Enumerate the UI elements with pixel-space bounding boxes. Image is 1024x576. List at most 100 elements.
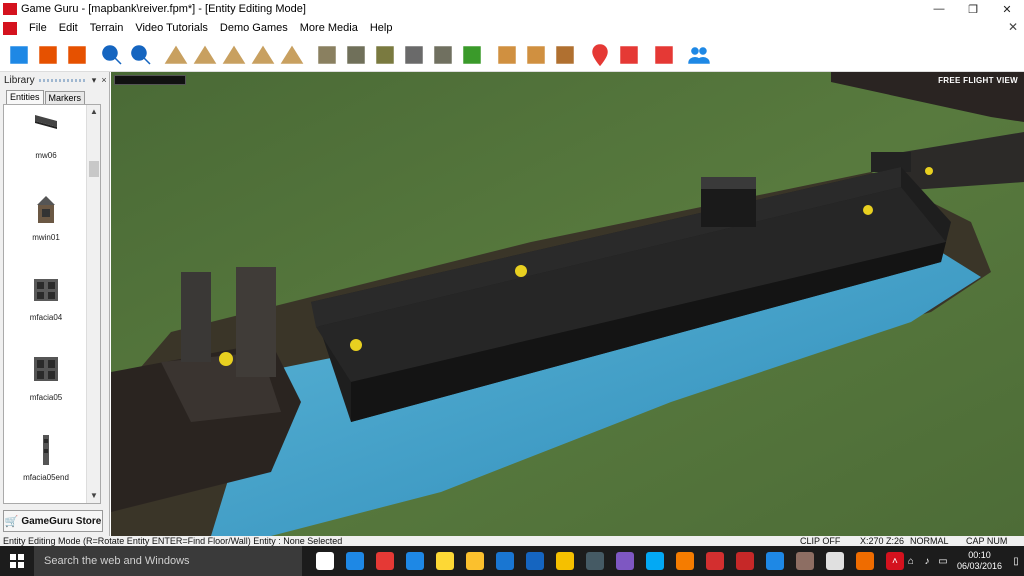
test-game-button[interactable]	[650, 41, 677, 68]
outlook-taskbar-button[interactable]	[520, 546, 550, 576]
acrobat-taskbar-button[interactable]	[700, 546, 730, 576]
paint-taskbar-button[interactable]	[670, 546, 700, 576]
zoom-in-icon	[101, 44, 122, 65]
app2-taskbar-button[interactable]	[610, 546, 640, 576]
level-terrain-icon	[222, 45, 245, 64]
paint-texture-5-button[interactable]	[429, 41, 456, 68]
menu-demo-games[interactable]: Demo Games	[214, 18, 294, 38]
library-item-label: mfacia05end	[23, 473, 69, 482]
start-button[interactable]	[0, 546, 34, 576]
steam-taskbar-button[interactable]	[580, 546, 610, 576]
status-coords: X:270 Z:26	[860, 536, 905, 546]
cart-icon: 🛒	[4, 515, 19, 528]
document-close-button[interactable]: ✕	[1008, 20, 1018, 34]
menu-terrain[interactable]: Terrain	[84, 18, 130, 38]
taskbar-search[interactable]: Search the web and Windows	[34, 546, 302, 576]
calculator-taskbar-button[interactable]	[820, 546, 850, 576]
library-scrollbar[interactable]: ▲ ▼	[86, 105, 100, 503]
add-terrain-object-button[interactable]	[551, 41, 578, 68]
menu-bar: File Edit Terrain Video Tutorials Demo G…	[0, 18, 1024, 38]
menu-file[interactable]: File	[23, 18, 53, 38]
tab-entities[interactable]: Entities	[6, 90, 44, 104]
acrobat-icon	[706, 552, 724, 570]
add-building-button[interactable]	[522, 41, 549, 68]
paint-texture-2-button[interactable]	[342, 41, 369, 68]
chrome-taskbar-button[interactable]	[370, 546, 400, 576]
blend-terrain-button[interactable]	[249, 41, 276, 68]
scroll-down-icon[interactable]: ▼	[87, 489, 100, 503]
app5-taskbar-button[interactable]	[760, 546, 790, 576]
paint-texture-4-button[interactable]	[400, 41, 427, 68]
explorer-taskbar-button[interactable]	[460, 546, 490, 576]
library-grip[interactable]	[38, 78, 85, 82]
window-title: Game Guru - [mapbank\reiver.fpm*] - [Ent…	[21, 3, 306, 15]
minimize-button[interactable]: —	[922, 0, 956, 18]
restore-button[interactable]: ❐	[956, 0, 990, 18]
zoom-out-button[interactable]	[127, 41, 154, 68]
blend-terrain-icon	[251, 45, 274, 64]
menu-edit[interactable]: Edit	[53, 18, 84, 38]
app-icon	[556, 552, 574, 570]
add-marker-button[interactable]	[586, 41, 613, 68]
close-button[interactable]: ✕	[990, 0, 1024, 18]
window-controls: — ❐ ✕	[922, 0, 1024, 18]
app-taskbar-button[interactable]	[550, 546, 580, 576]
paint-texture-3-button[interactable]	[371, 41, 398, 68]
action-center-icon[interactable]: ▭	[935, 556, 951, 567]
tab-markers[interactable]: Markers	[44, 91, 86, 104]
app6-taskbar-button[interactable]	[790, 546, 820, 576]
menu-video-tutorials[interactable]: Video Tutorials	[129, 18, 214, 38]
paint-grass-icon	[462, 45, 481, 64]
ramp-terrain-button[interactable]	[278, 41, 305, 68]
network-icon[interactable]: ⌂	[903, 556, 919, 567]
menu-more-media[interactable]: More Media	[294, 18, 364, 38]
tray-chevron-icon[interactable]: ˄	[887, 556, 903, 567]
app3-taskbar-button[interactable]	[640, 546, 670, 576]
add-entity-button[interactable]	[493, 41, 520, 68]
zoom-in-button[interactable]	[98, 41, 125, 68]
library-item[interactable]: mw06	[4, 111, 88, 160]
paint-grass-button[interactable]	[458, 41, 485, 68]
lower-terrain-button[interactable]	[191, 41, 218, 68]
waypoint-button[interactable]	[615, 41, 642, 68]
library-item[interactable]: mfacia04	[4, 273, 88, 322]
ie-taskbar-button[interactable]	[400, 546, 430, 576]
scroll-up-icon[interactable]: ▲	[87, 105, 100, 119]
library-title: Library	[4, 74, 35, 86]
lower-terrain-icon	[193, 45, 216, 64]
library-item-label: mwin01	[32, 233, 60, 242]
library-item[interactable]: mfacia05	[4, 353, 88, 402]
editor-viewport[interactable]: FREE FLIGHT VIEW	[111, 72, 1024, 536]
scroll-thumb[interactable]	[89, 161, 99, 177]
library-item[interactable]: mfacia05end	[4, 433, 88, 482]
ramp-terrain-icon	[280, 45, 303, 64]
new-level-button[interactable]	[5, 41, 32, 68]
menu-help[interactable]: Help	[364, 18, 399, 38]
paint-texture-1-button[interactable]	[313, 41, 340, 68]
level-terrain-button[interactable]	[220, 41, 247, 68]
library-close-icon[interactable]: ×	[99, 75, 109, 85]
multiplayer-button[interactable]	[685, 41, 712, 68]
taskbar-clock[interactable]: 00:10 06/03/2016	[957, 550, 1002, 572]
raise-terrain-button[interactable]	[162, 41, 189, 68]
edge-taskbar-button[interactable]	[490, 546, 520, 576]
ie-icon	[406, 552, 424, 570]
save-level-button[interactable]	[63, 41, 90, 68]
gameguru-store-button[interactable]: 🛒 GameGuru Store	[3, 510, 103, 532]
clock-time: 00:10	[968, 550, 991, 560]
paint-texture-4-icon	[404, 45, 423, 64]
library-list: mw06 mwin01 mfacia04 mfacia05 mfacia05en…	[3, 104, 101, 504]
store-app-taskbar-button[interactable]	[340, 546, 370, 576]
save-level-icon	[67, 45, 86, 64]
load-level-button[interactable]	[34, 41, 61, 68]
blender-taskbar-button[interactable]	[850, 546, 880, 576]
task-view-taskbar-button[interactable]	[310, 546, 340, 576]
mail-taskbar-button[interactable]	[430, 546, 460, 576]
notification-icon[interactable]: ▯	[1008, 556, 1024, 567]
library-pin-icon[interactable]: ▾	[89, 75, 99, 86]
app4-taskbar-button[interactable]	[730, 546, 760, 576]
blender-icon	[856, 552, 874, 570]
multiplayer-icon	[687, 46, 710, 64]
library-item[interactable]: mwin01	[4, 193, 88, 242]
volume-icon[interactable]: ♪	[919, 556, 935, 567]
